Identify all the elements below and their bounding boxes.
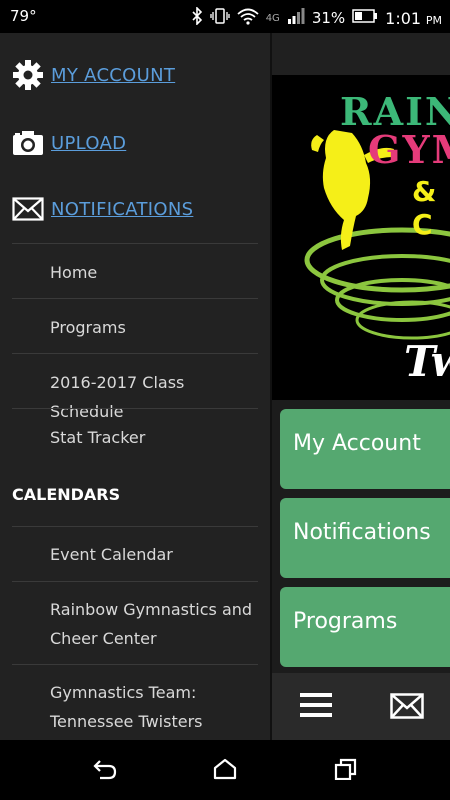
menu-icon[interactable]	[300, 693, 332, 719]
battery-percent: 31%	[311, 9, 346, 27]
calendar-item-rainbow-gymnastics[interactable]: Rainbow Gymnastics and Cheer Center	[50, 595, 258, 653]
camera-icon	[12, 127, 44, 159]
system-navigation-bar	[0, 740, 450, 800]
status-bar: 79° 4G 31% 1:01 PM	[0, 0, 450, 33]
clock-time: 1:01	[385, 8, 422, 28]
upload-link[interactable]: UPLOAD	[12, 127, 126, 159]
nav-item-home[interactable]: Home	[50, 258, 258, 287]
signal-icon	[287, 8, 305, 28]
main-content: RAIN GYM & C Tw My Account Notifications…	[272, 33, 450, 740]
gear-icon	[12, 59, 44, 91]
divider	[12, 298, 258, 299]
logo-text-line3: & C	[412, 175, 437, 241]
calendars-section-title: CALENDARS	[12, 485, 121, 504]
nav-item-class-schedule[interactable]: 2016-2017 Class Schedule	[50, 368, 258, 426]
notifications-tile[interactable]: Notifications	[280, 498, 450, 578]
app-header	[272, 33, 450, 75]
bluetooth-icon	[191, 6, 203, 29]
my-account-tile[interactable]: My Account	[280, 409, 450, 489]
notifications-link[interactable]: NOTIFICATIONS	[12, 193, 193, 225]
upload-link-label[interactable]: UPLOAD	[51, 133, 126, 154]
divider	[12, 526, 258, 527]
divider	[12, 353, 258, 354]
wifi-icon	[237, 7, 259, 29]
divider	[12, 664, 258, 665]
home-icon[interactable]	[213, 758, 237, 784]
envelope-icon[interactable]	[390, 693, 424, 723]
back-icon[interactable]	[92, 758, 118, 784]
calendar-item-event[interactable]: Event Calendar	[50, 540, 258, 569]
my-account-link-label[interactable]: MY ACCOUNT	[51, 65, 175, 86]
clock-ampm: PM	[425, 13, 442, 27]
logo-text-line4: Tw	[404, 337, 450, 386]
notifications-link-label[interactable]: NOTIFICATIONS	[51, 199, 193, 220]
recent-apps-icon[interactable]	[334, 758, 358, 784]
temperature-indicator: 79°	[10, 7, 37, 25]
bottom-toolbar	[272, 673, 450, 740]
my-account-link[interactable]: MY ACCOUNT	[12, 59, 175, 91]
hero-logo-banner: RAIN GYM & C Tw	[272, 75, 450, 400]
logo-text-line2: GYM	[368, 127, 450, 172]
network-type-label: 4G	[265, 12, 280, 24]
divider	[12, 243, 258, 244]
battery-icon	[352, 9, 378, 27]
envelope-icon	[12, 193, 44, 225]
nav-item-programs[interactable]: Programs	[50, 313, 258, 342]
navigation-drawer: MY ACCOUNT UPLOAD NOTIFICATIONS Home Pro…	[0, 33, 272, 740]
calendar-item-gymnastics-team[interactable]: Gymnastics Team: Tennessee Twisters	[50, 678, 258, 736]
divider	[12, 581, 258, 582]
divider	[12, 408, 258, 409]
nav-item-stat-tracker[interactable]: Stat Tracker	[50, 423, 258, 452]
vibrate-icon	[210, 7, 230, 29]
programs-tile[interactable]: Programs	[280, 587, 450, 667]
